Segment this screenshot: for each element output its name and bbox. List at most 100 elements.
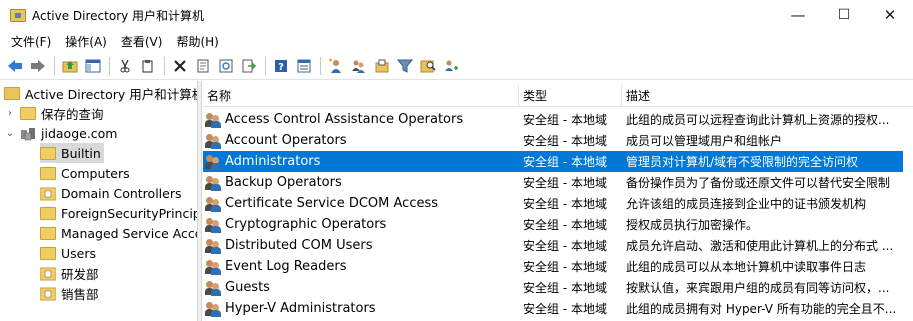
column-header-type[interactable]: 类型 — [519, 85, 622, 107]
menu-help[interactable]: 帮助(H) — [169, 33, 225, 50]
folder-icon — [40, 165, 56, 181]
menu-action[interactable]: 操作(A) — [58, 33, 114, 50]
help-icon: ? — [275, 59, 287, 73]
cell-name: Hyper-V Administrators — [203, 301, 519, 317]
tree-item-builtin[interactable]: Builtin — [40, 143, 104, 163]
list-item[interactable]: Hyper-V Administrators 安全组 - 本地域 此组的成员拥有对 … — [203, 298, 903, 319]
toolbar-separator — [54, 56, 55, 75]
tree-item-foreign-security-principals[interactable]: ForeignSecurityPrincipals — [40, 203, 197, 223]
console-tree: Active Directory 用户和计算机 › 保存的查询 ⌄ jidaog… — [0, 81, 198, 321]
new-user-icon — [329, 58, 341, 73]
refresh-button[interactable] — [215, 55, 237, 77]
tree-item-saved-queries[interactable]: › 保存的查询 — [4, 103, 104, 123]
list-item[interactable]: Guests 安全组 - 本地域 按默认值，来宾跟用户组的成员有同等访问权，... — [203, 277, 903, 298]
security-group-icon — [205, 217, 221, 233]
delete-button[interactable] — [169, 55, 191, 77]
new-user-button[interactable] — [325, 55, 347, 77]
svg-text:?: ? — [278, 62, 284, 73]
list-item[interactable]: Cryptographic Operators 安全组 - 本地域 授权成员执行加密… — [203, 214, 903, 235]
menu-file[interactable]: 文件(F) — [4, 33, 58, 50]
minimize-button[interactable]: — — [775, 0, 821, 30]
security-group-icon — [205, 280, 221, 296]
security-group-icon — [205, 301, 221, 317]
tree-item-label: Users — [61, 245, 97, 261]
folder-icon — [40, 245, 56, 261]
security-group-icon — [205, 175, 221, 191]
security-group-icon — [205, 133, 221, 149]
filter-button[interactable] — [394, 55, 416, 77]
toolbar-separator — [265, 56, 266, 75]
group-name: Guests — [225, 280, 270, 295]
new-ou-button[interactable] — [371, 55, 393, 77]
chevron-right-icon[interactable]: › — [4, 108, 16, 119]
export-list-button[interactable] — [238, 55, 260, 77]
list-item[interactable]: Backup Operators 安全组 - 本地域 备份操作员为了备份或还原文件可… — [203, 172, 903, 193]
details-view-button[interactable] — [293, 55, 315, 77]
group-description: 成员可以管理域用户和组帐户 — [626, 134, 783, 148]
app-icon — [10, 8, 26, 22]
group-name: Access Control Assistance Operators — [225, 112, 464, 127]
column-header-name[interactable]: 名称 — [203, 85, 519, 107]
toolbar-separator — [164, 56, 165, 75]
folder-icon — [40, 225, 56, 241]
maximize-button[interactable]: ☐ — [821, 0, 867, 30]
properties-button[interactable] — [192, 55, 214, 77]
domain-icon — [20, 125, 36, 141]
column-header-description[interactable]: 描述 — [622, 85, 913, 107]
show-hide-tree-button[interactable] — [82, 55, 104, 77]
help-button[interactable]: ? — [270, 55, 292, 77]
tree-item-ad-root[interactable]: Active Directory 用户和计算机 — [4, 83, 197, 103]
list-item[interactable]: Account Operators 安全组 - 本地域 成员可以管理域用户和组帐户 — [203, 130, 903, 151]
list-item[interactable]: Access Control Assistance Operators 安全组 -… — [203, 109, 903, 130]
forward-icon — [31, 59, 45, 72]
group-description: 此组的成员拥有对 Hyper-V 所有功能的完全且不... — [626, 302, 897, 316]
ou-icon — [39, 185, 57, 201]
chevron-down-icon[interactable]: ⌄ — [4, 128, 16, 139]
add-to-group-button[interactable] — [440, 55, 462, 77]
list-item[interactable]: Certificate Service DCOM Access 安全组 - 本地域… — [203, 193, 903, 214]
export-icon — [242, 59, 256, 72]
cell-name: Backup Operators — [203, 175, 519, 191]
group-name: Backup Operators — [225, 175, 342, 190]
group-type: 安全组 - 本地域 — [523, 239, 607, 253]
cell-name: Access Control Assistance Operators — [203, 112, 519, 128]
tree-item-users[interactable]: Users — [40, 243, 96, 263]
group-type: 安全组 - 本地域 — [523, 302, 607, 316]
menu-view[interactable]: 查看(V) — [114, 33, 170, 50]
tree-item-rd-dept[interactable]: 研发部 — [39, 263, 99, 283]
toolbar-separator — [109, 56, 110, 75]
tree-item-domain-controllers[interactable]: Domain Controllers — [39, 183, 182, 203]
tree-item-label: Builtin — [61, 145, 101, 161]
back-button[interactable] — [4, 55, 26, 77]
up-one-level-button[interactable] — [59, 55, 81, 77]
group-name: Distributed COM Users — [225, 238, 373, 253]
new-group-button[interactable] — [348, 55, 370, 77]
tree-item-label: Domain Controllers — [61, 185, 182, 201]
group-type: 安全组 - 本地域 — [523, 134, 607, 148]
list-item[interactable]: Administrators 安全组 - 本地域 管理员对计算机/域有不受限制的完全… — [203, 151, 903, 172]
list-item[interactable]: Distributed COM Users 安全组 - 本地域 成员允许启动、激活和… — [203, 235, 903, 256]
forward-button[interactable] — [27, 55, 49, 77]
find-button[interactable] — [417, 55, 439, 77]
close-button[interactable]: ✕ — [867, 0, 913, 30]
details-icon — [297, 59, 311, 72]
refresh-icon — [219, 59, 233, 72]
tree-item-domain[interactable]: ⌄ jidaoge.com — [4, 123, 118, 143]
find-icon — [420, 60, 436, 72]
tree-item-sales-dept[interactable]: 销售部 — [39, 283, 99, 303]
group-description: 按默认值，来宾跟用户组的成员有同等访问权，... — [626, 281, 890, 295]
list-item[interactable]: Event Log Readers 安全组 - 本地域 此组的成员可以从本地计算机中… — [203, 256, 903, 277]
cell-name: Certificate Service DCOM Access — [203, 196, 519, 212]
toolbar-separator — [320, 56, 321, 75]
properties-icon — [197, 59, 209, 72]
tree-item-managed-service-accounts[interactable]: Managed Service Accounts — [40, 223, 197, 243]
tree-item-label: 销售部 — [61, 286, 99, 302]
copy-icon — [142, 59, 153, 72]
group-name: Administrators — [225, 154, 321, 169]
tree-item-computers[interactable]: Computers — [40, 163, 130, 183]
pane-splitter[interactable] — [198, 81, 202, 321]
copy-button[interactable] — [137, 55, 159, 77]
new-ou-icon — [375, 59, 389, 72]
cut-button[interactable] — [114, 55, 136, 77]
group-name: Cryptographic Operators — [225, 217, 387, 232]
